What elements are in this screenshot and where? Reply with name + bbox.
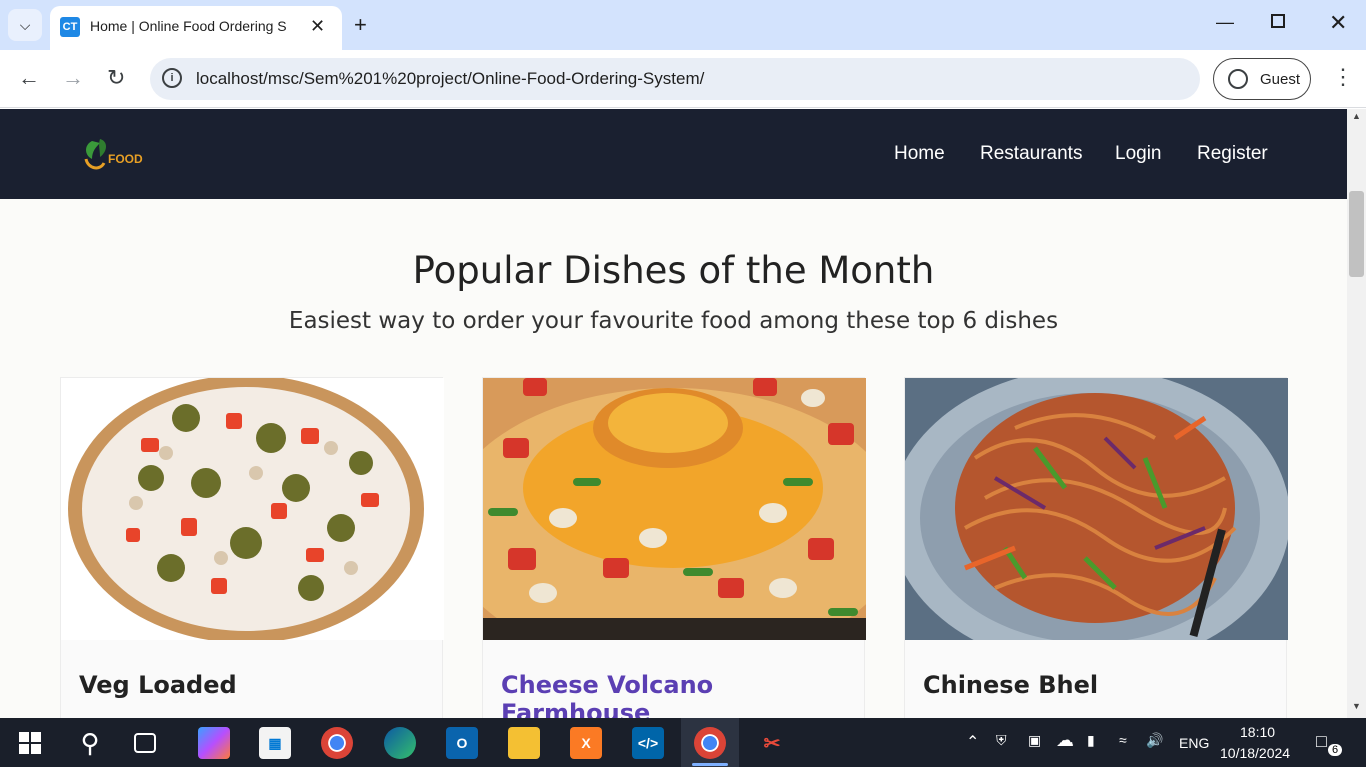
meet-icon[interactable]: ▣ — [1028, 732, 1041, 749]
nav-login[interactable]: Login — [1115, 143, 1162, 165]
clock-time[interactable]: 18:10 — [1240, 724, 1275, 740]
reload-icon[interactable]: ↻ — [107, 65, 125, 91]
dish-card[interactable]: Cheese Volcano Farmhouse — [482, 377, 866, 718]
clock-date[interactable]: 10/18/2024 — [1220, 745, 1290, 761]
dish-name[interactable]: Veg Loaded — [79, 671, 237, 699]
section-subtitle: Easiest way to order your favourite food… — [288, 308, 1059, 334]
windows-start-icon[interactable] — [14, 727, 46, 759]
profile-label: Guest — [1260, 71, 1301, 88]
chevron-down-icon: ⌵ — [19, 16, 31, 33]
dish-image-cheese-volcano[interactable] — [483, 378, 866, 640]
restore-icon[interactable] — [1271, 14, 1285, 28]
dish-name[interactable]: Chinese Bhel — [923, 671, 1098, 699]
dish-name[interactable]: Cheese Volcano Farmhouse — [501, 671, 864, 718]
notification-badge: 6 — [1328, 744, 1342, 756]
task-view-icon[interactable] — [134, 733, 156, 753]
edge-icon[interactable] — [384, 727, 416, 759]
chrome-icon[interactable] — [321, 727, 353, 759]
snipping-tool-icon[interactable]: ✂ — [756, 727, 788, 759]
store-icon[interactable]: ▦ — [259, 727, 291, 759]
notification-icon[interactable]: □ — [1316, 731, 1327, 752]
tab-title: Home | Online Food Ordering S — [90, 18, 287, 34]
browser-tab-bar: ⌵ CT Home | Online Food Ordering S ✕ + —… — [0, 0, 1366, 50]
dish-card[interactable]: Chinese Bhel — [904, 377, 1288, 718]
close-window-icon[interactable]: ✕ — [1329, 10, 1347, 36]
more-menu-icon[interactable]: ⋮ — [1332, 64, 1354, 90]
xampp-icon[interactable]: X — [570, 727, 602, 759]
dish-image-chinese-bhel[interactable] — [905, 378, 1288, 640]
copilot-icon[interactable] — [198, 727, 230, 759]
file-explorer-icon[interactable] — [508, 727, 540, 759]
site-header: FOOD Home Restaurants Login Register — [0, 109, 1347, 199]
outlook-icon[interactable]: O — [446, 727, 478, 759]
dish-image-veg-loaded[interactable] — [61, 378, 444, 640]
onedrive-icon[interactable]: ☁ — [1056, 730, 1074, 751]
tray-chevron-icon[interactable]: ⌃ — [966, 732, 979, 752]
scroll-thumb[interactable] — [1349, 191, 1364, 277]
tab-search-button[interactable]: ⌵ — [8, 9, 42, 41]
nav-home[interactable]: Home — [894, 143, 945, 165]
address-bar[interactable]: i localhost/msc/Sem%201%20project/Online… — [150, 58, 1200, 100]
back-arrow-icon[interactable]: ← — [18, 65, 40, 91]
chrome-active-icon[interactable] — [694, 727, 726, 759]
web-page: FOOD Home Restaurants Login Register Pop… — [0, 109, 1347, 718]
browser-toolbar: ← → ↻ i localhost/msc/Sem%201%20project/… — [0, 50, 1366, 108]
scroll-up-icon[interactable]: ▲ — [1352, 111, 1361, 121]
vscode-icon[interactable]: </> — [632, 727, 664, 759]
url-text: localhost/msc/Sem%201%20project/Online-F… — [196, 69, 705, 88]
wifi-icon[interactable]: ≈ — [1119, 732, 1127, 748]
new-tab-button[interactable]: + — [354, 12, 367, 38]
windows-taskbar: ⚲ ▦ O X </> ✂ ⌃ ⛨ ▣ ☁ ▮ ≈ 🔊 ENG 18:10 10… — [0, 718, 1366, 767]
logo-text: FOOD — [108, 152, 143, 166]
search-icon[interactable]: ⚲ — [74, 727, 106, 759]
site-info-icon[interactable]: i — [162, 68, 182, 88]
nav-restaurants[interactable]: Restaurants — [980, 143, 1082, 165]
language-indicator[interactable]: ENG — [1179, 735, 1209, 751]
active-app-indicator — [692, 763, 728, 766]
nav-register[interactable]: Register — [1197, 143, 1268, 165]
battery-icon[interactable]: ▮ — [1087, 732, 1095, 749]
section-title: Popular Dishes of the Month — [412, 249, 935, 292]
minimize-icon[interactable]: — — [1216, 12, 1234, 33]
profile-button[interactable]: Guest — [1213, 58, 1311, 100]
profile-icon — [1228, 69, 1248, 89]
forward-arrow-icon[interactable]: → — [62, 65, 84, 91]
browser-tab[interactable]: CT Home | Online Food Ordering S ✕ — [50, 6, 342, 50]
scroll-down-icon[interactable]: ▼ — [1352, 701, 1361, 711]
page-scrollbar[interactable]: ▲ ▼ — [1347, 109, 1366, 718]
dish-card[interactable]: Veg Loaded — [60, 377, 444, 718]
security-icon[interactable]: ⛨ — [996, 732, 1007, 749]
tab-favicon: CT — [60, 17, 80, 37]
volume-icon[interactable]: 🔊 — [1146, 732, 1163, 749]
close-tab-icon[interactable]: ✕ — [310, 16, 325, 37]
